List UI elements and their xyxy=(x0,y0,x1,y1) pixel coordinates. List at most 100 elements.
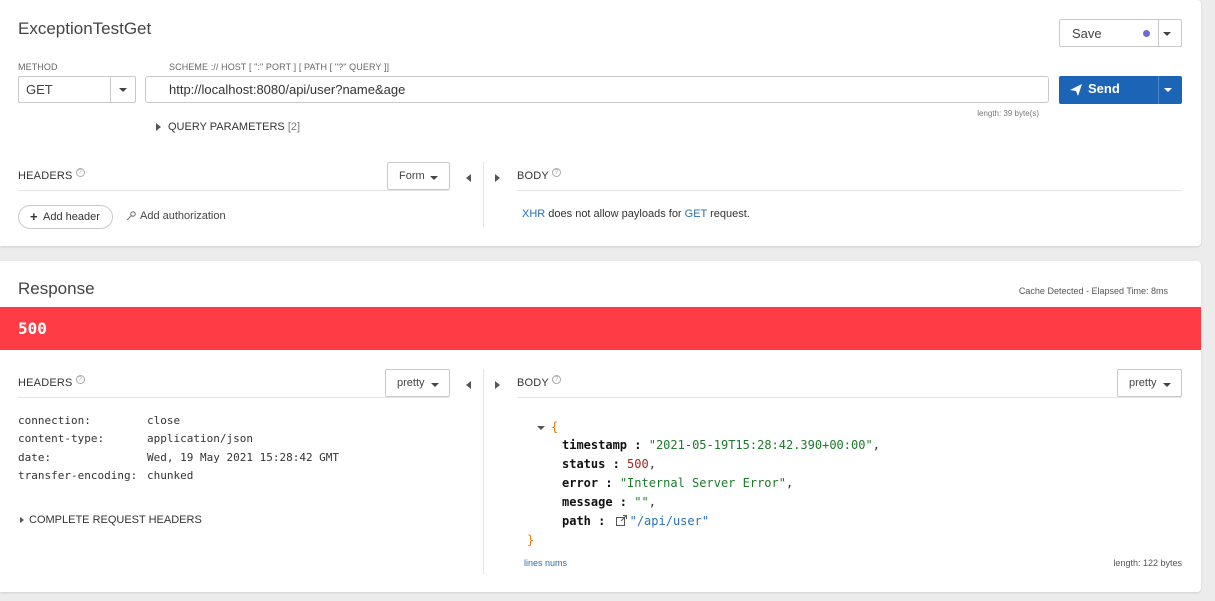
help-icon: ? xyxy=(551,168,561,177)
help-icon: ? xyxy=(75,168,85,177)
json-value: "Internal Server Error" xyxy=(619,476,786,490)
send-button[interactable]: Send xyxy=(1059,76,1182,104)
header-key: date: xyxy=(18,451,52,464)
lines-nums-link[interactable]: lines nums xyxy=(524,558,567,568)
json-property: status : 500, xyxy=(562,457,656,471)
save-dropdown-chevron-icon[interactable] xyxy=(1163,26,1171,40)
header-row: content-type: application/json xyxy=(18,432,253,445)
pretty-label: pretty xyxy=(397,377,425,389)
split-divider[interactable] xyxy=(483,369,484,574)
json-key: path xyxy=(562,514,591,528)
expand-arrow-icon xyxy=(156,123,161,132)
json-key: status xyxy=(562,457,606,471)
method-select[interactable]: GET xyxy=(18,76,136,103)
divider xyxy=(517,397,1182,398)
save-label: Save xyxy=(1072,26,1102,41)
query-parameters-toggle[interactable]: QUERY PARAMETERS [2] xyxy=(156,121,300,133)
body-message-end: request. xyxy=(707,208,750,220)
external-link-icon[interactable] xyxy=(615,515,627,526)
pretty-chevron-icon xyxy=(431,377,439,391)
json-value[interactable]: "/api/user" xyxy=(630,514,709,528)
method-label: METHOD xyxy=(18,62,58,72)
header-row: transfer-encoding: chunked xyxy=(18,469,193,482)
status-code: 500 xyxy=(18,319,47,338)
scheme-label: SCHEME :// HOST [ ":" PORT ] [ PATH [ "?… xyxy=(169,62,390,72)
help-icon: ? xyxy=(551,375,561,384)
divider xyxy=(18,190,449,191)
cache-elapsed-text: Cache Detected - Elapsed Time: 8ms xyxy=(1018,286,1168,296)
response-panel: Response Cache Detected - Elapsed Time: … xyxy=(0,261,1201,592)
json-key: error xyxy=(562,476,599,490)
header-value: application/json xyxy=(147,432,253,445)
collapse-json-icon[interactable] xyxy=(537,425,545,430)
request-panel: ExceptionTestGet Save METHOD GET SCHEME … xyxy=(0,0,1201,246)
add-header-label: Add header xyxy=(43,211,100,223)
method-value: GET xyxy=(26,82,53,97)
key-icon xyxy=(126,211,136,221)
request-headers-label: HEADERS xyxy=(18,170,73,182)
complete-request-headers-label: COMPLETE REQUEST HEADERS xyxy=(29,514,202,526)
save-button[interactable]: Save xyxy=(1059,19,1182,47)
unsaved-dot-icon xyxy=(1143,30,1150,37)
url-length-text: length: 39 byte(s) xyxy=(977,109,1039,118)
json-value: "" xyxy=(634,495,649,509)
add-authorization-label: Add authorization xyxy=(140,210,226,222)
response-title: Response xyxy=(18,279,95,298)
pretty-label: pretty xyxy=(1129,377,1157,389)
header-value: Wed, 19 May 2021 15:28:42 GMT xyxy=(147,451,340,464)
get-text: GET xyxy=(684,208,708,220)
add-authorization-link[interactable]: Add authorization xyxy=(126,210,226,222)
header-key: transfer-encoding: xyxy=(18,469,138,482)
json-key: message xyxy=(562,495,613,509)
url-input[interactable]: http://localhost:8080/api/user?name&age xyxy=(145,76,1049,103)
response-headers-title: HEADERS? xyxy=(18,375,85,389)
method-chevron-icon xyxy=(119,82,127,96)
url-value: http://localhost:8080/api/user?name&age xyxy=(169,82,406,97)
request-title: ExceptionTestGet xyxy=(18,19,152,38)
collapse-right-icon[interactable] xyxy=(495,170,500,184)
json-value: "2021-05-19T15:28:42.390+00:00" xyxy=(648,438,873,452)
split-divider[interactable] xyxy=(483,162,484,227)
form-label: Form xyxy=(399,170,425,182)
header-value: chunked xyxy=(147,469,194,482)
json-key: timestamp xyxy=(562,438,628,452)
response-headers-label: HEADERS xyxy=(18,377,73,389)
header-row: date: Wed, 19 May 2021 15:28:42 GMT xyxy=(18,451,339,464)
json-close-brace: } xyxy=(527,533,535,547)
response-body-title: BODY? xyxy=(517,375,561,389)
json-value: 500 xyxy=(627,457,649,471)
body-message: XHR does not allow payloads for GET requ… xyxy=(522,208,750,220)
divider xyxy=(18,397,449,398)
json-property: error : "Internal Server Error", xyxy=(562,476,794,490)
request-body-title: BODY? xyxy=(517,168,561,182)
method-divider xyxy=(110,77,111,102)
paper-plane-icon xyxy=(1070,84,1082,96)
collapse-right-icon[interactable] xyxy=(495,377,500,391)
header-value: close xyxy=(147,414,181,427)
xhr-text: XHR xyxy=(522,208,546,220)
query-parameters-count: [2] xyxy=(287,121,301,133)
divider xyxy=(517,190,1182,191)
send-label: Send xyxy=(1088,81,1120,96)
header-key: content-type: xyxy=(18,432,105,445)
json-open-line: { xyxy=(537,420,558,434)
header-row: connection: close xyxy=(18,414,180,427)
response-length-text: length: 122 bytes xyxy=(1113,558,1182,568)
headers-pretty-button[interactable]: pretty xyxy=(385,369,450,397)
form-toggle-button[interactable]: Form xyxy=(387,162,450,190)
form-chevron-icon xyxy=(430,170,438,184)
request-body-label: BODY xyxy=(517,170,549,182)
complete-request-headers-toggle[interactable]: COMPLETE REQUEST HEADERS xyxy=(20,514,202,526)
json-property: message : "", xyxy=(562,495,656,509)
collapse-left-icon[interactable] xyxy=(466,377,471,391)
collapse-left-icon[interactable] xyxy=(466,170,471,184)
body-pretty-button[interactable]: pretty xyxy=(1117,369,1182,397)
save-divider xyxy=(1158,20,1159,46)
add-header-button[interactable]: + Add header xyxy=(18,205,113,229)
send-dropdown-chevron-icon[interactable] xyxy=(1164,82,1172,96)
body-message-middle: does not allow payloads for xyxy=(545,208,685,220)
header-key: connection: xyxy=(18,414,91,427)
expand-arrow-icon xyxy=(20,517,24,524)
query-parameters-label: QUERY PARAMETERS xyxy=(168,121,285,133)
json-open-brace: { xyxy=(551,420,559,434)
